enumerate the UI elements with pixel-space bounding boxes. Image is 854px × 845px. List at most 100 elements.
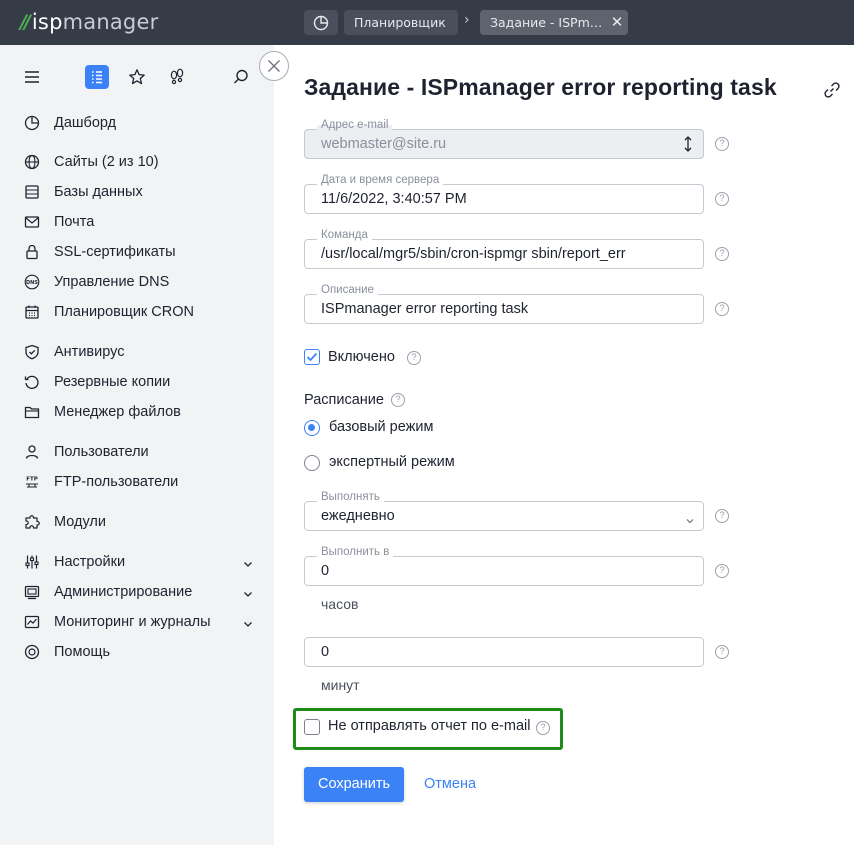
radio-basic-mode[interactable] — [304, 420, 320, 436]
hours-unit-label: часов — [321, 596, 359, 612]
email-field-label: Адрес e-mail — [317, 119, 393, 131]
sidebar-item-ssl[interactable]: SSL-сертификаты — [24, 241, 260, 263]
save-button[interactable]: Сохранить — [304, 767, 404, 802]
radio-expert-mode-label: экспертный режим — [329, 454, 455, 470]
help-icon[interactable]: ? — [715, 302, 729, 316]
radio-expert-mode[interactable] — [304, 455, 320, 471]
sidebar-item-users[interactable]: Пользователи — [24, 441, 260, 463]
sidebar-item-file-manager[interactable]: Менеджер файлов — [24, 401, 260, 423]
sidebar-item-label: Дашборд — [54, 115, 117, 131]
chevron-down-icon[interactable] — [242, 615, 254, 634]
sidebar-toolbar — [0, 65, 274, 91]
sidebar-item-monitoring[interactable]: Мониторинг и журналы — [24, 611, 260, 633]
search-icon[interactable] — [229, 65, 253, 89]
help-icon[interactable]: ? — [715, 247, 729, 261]
breadcrumb-separator-icon: › — [464, 12, 470, 28]
command-label: Команда — [317, 229, 372, 241]
footsteps-icon[interactable] — [165, 65, 189, 89]
email-field[interactable]: Адрес e-mail webmaster@site.ru — [304, 119, 704, 159]
breadcrumb-scheduler[interactable]: Планировщик — [344, 10, 458, 35]
help-icon[interactable]: ? — [715, 192, 729, 206]
help-icon[interactable]: ? — [715, 645, 729, 659]
sidebar-item-label: Настройки — [54, 554, 126, 570]
run-at-label: Выполнить в — [317, 546, 394, 558]
sidebar-item-label: Администрирование — [54, 584, 193, 600]
svg-text:FTP: FTP — [26, 477, 38, 483]
sidebar-item-settings[interactable]: Настройки — [24, 551, 260, 573]
sidebar-item-modules[interactable]: Модули — [24, 511, 260, 533]
enabled-checkbox[interactable] — [304, 349, 320, 365]
dashboard-crumb-icon[interactable] — [304, 10, 338, 35]
close-tab-icon[interactable]: ✕ — [609, 10, 625, 35]
logo-prefix: isp — [31, 10, 63, 34]
sidebar-item-sites[interactable]: Сайты (2 из 10) — [24, 151, 260, 173]
link-icon[interactable] — [822, 80, 842, 100]
schedule-label: Расписание — [304, 392, 384, 408]
sidebar-item-mail[interactable]: Почта — [24, 211, 260, 233]
sidebar-item-administration[interactable]: Администрирование — [24, 581, 260, 603]
help-icon[interactable]: ? — [715, 564, 729, 578]
sidebar-item-antivirus[interactable]: Антивирус — [24, 341, 260, 363]
favorites-star-icon[interactable] — [125, 65, 149, 89]
command-value: /usr/local/mgr5/sbin/cron-ispmgr sbin/re… — [321, 246, 626, 262]
sidebar-item-label: Почта — [54, 214, 95, 230]
help-icon[interactable]: ? — [715, 509, 729, 523]
chevron-down-icon[interactable] — [685, 511, 695, 530]
run-at-minutes-value: 0 — [321, 644, 330, 660]
run-at-minutes-input[interactable]: 0 — [304, 637, 704, 667]
menu-icon[interactable] — [20, 65, 44, 89]
sidebar-item-label: SSL-сертификаты — [54, 244, 176, 260]
top-bar: // ispmanager Планировщик › Задание - IS… — [0, 0, 854, 45]
sidebar-item-dashboard[interactable]: Дашборд — [24, 112, 260, 134]
help-icon[interactable]: ? — [715, 137, 729, 151]
puzzle-icon — [24, 514, 40, 530]
globe-icon — [24, 154, 40, 170]
description-label: Описание — [317, 284, 378, 296]
sidebar-item-label: Мониторинг и журналы — [54, 614, 211, 630]
help-icon[interactable]: ? — [536, 721, 550, 735]
server-time-value: 11/6/2022, 3:40:57 PM — [321, 191, 467, 207]
calendar-icon — [24, 304, 40, 320]
description-value: ISPmanager error reporting task — [321, 301, 529, 317]
breadcrumb-current-task[interactable]: Задание - ISPman... — [480, 10, 628, 35]
expand-arrows-icon[interactable] — [681, 135, 695, 157]
cancel-button[interactable]: Отмена — [424, 776, 476, 792]
sidebar-item-label: Модули — [54, 514, 106, 530]
no-email-report-label: Не отправлять отчет по e-mail — [328, 718, 531, 734]
description-field[interactable]: Описание ISPmanager error reporting task — [304, 284, 704, 324]
mail-icon — [24, 214, 40, 230]
run-select[interactable]: Выполнять ежедневно — [304, 491, 704, 531]
page-title: Задание - ISPmanager error reporting tas… — [304, 74, 777, 100]
email-field-value: webmaster@site.ru — [321, 136, 447, 152]
sidebar-item-help[interactable]: Помощь — [24, 641, 260, 663]
radio-basic-mode-label: базовый режим — [329, 419, 434, 435]
help-icon[interactable]: ? — [407, 351, 421, 365]
no-email-report-checkbox[interactable] — [304, 719, 320, 735]
logo[interactable]: // ispmanager — [20, 9, 158, 35]
sidebar-item-cron[interactable]: Планировщик CRON — [24, 301, 260, 323]
sidebar-item-label: Помощь — [54, 644, 111, 660]
dns-icon: DNS — [24, 274, 40, 290]
chevron-down-icon[interactable] — [242, 585, 254, 604]
close-sidebar-icon[interactable] — [259, 51, 289, 81]
chevron-down-icon[interactable] — [242, 555, 254, 574]
lock-icon — [24, 244, 40, 260]
sidebar-item-ftp-users[interactable]: FTP FTP-пользователи — [24, 471, 260, 493]
help-icon[interactable]: ? — [391, 393, 405, 407]
sidebar-item-label: Пользователи — [54, 444, 149, 460]
run-select-label: Выполнять — [317, 491, 384, 503]
sidebar-item-dns[interactable]: DNS Управление DNS — [24, 271, 260, 293]
server-time-label: Дата и время сервера — [317, 174, 444, 186]
chart-icon — [24, 614, 40, 630]
list-view-icon[interactable] — [85, 65, 109, 89]
sidebar-item-label: Резервные копии — [54, 374, 171, 390]
server-time-field[interactable]: Дата и время сервера 11/6/2022, 3:40:57 … — [304, 174, 704, 214]
sidebar-item-databases[interactable]: Базы данных — [24, 181, 260, 203]
sidebar-item-label: FTP-пользователи — [54, 474, 179, 490]
enabled-label: Включено — [328, 349, 395, 365]
sidebar-item-backups[interactable]: Резервные копии — [24, 371, 260, 393]
lifebuoy-icon — [24, 644, 40, 660]
command-field[interactable]: Команда /usr/local/mgr5/sbin/cron-ispmgr… — [304, 229, 704, 269]
sidebar: Дашборд Сайты (2 из 10) Базы данных Почт… — [0, 45, 274, 845]
run-at-hours-input[interactable]: Выполнить в 0 — [304, 546, 704, 586]
